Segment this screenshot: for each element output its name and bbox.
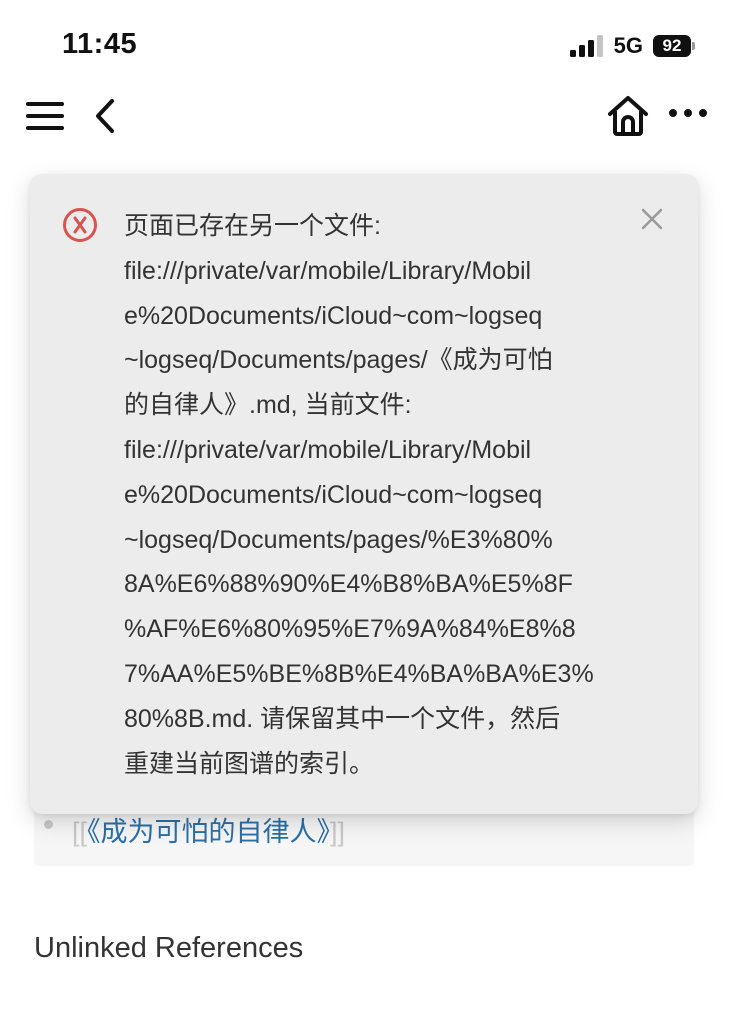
toast-message-line: ~logseq/Documents/pages/《成为可怕 <box>124 346 553 375</box>
signal-icon <box>569 35 603 57</box>
top-nav-bar <box>0 90 729 146</box>
toast-message-line: 的自律人》.md, 当前文件: <box>124 391 412 420</box>
page-reference-link[interactable]: [[《成为可怕的自律人》]] <box>72 810 345 849</box>
toast-message-line: 8A%E6%88%90%E4%B8%BA%E5%8F <box>124 570 573 599</box>
toast-message-line: ~logseq/Documents/pages/%E3%80% <box>124 525 553 554</box>
battery-level: 92 <box>653 35 691 57</box>
home-icon[interactable] <box>606 94 650 138</box>
toast-message-line: e%20Documents/iCloud~com~logseq <box>124 301 543 330</box>
network-label: 5G <box>613 33 643 58</box>
toast-message-line: file:///private/var/mobile/Library/Mobil <box>124 256 532 285</box>
menu-icon[interactable] <box>26 100 64 132</box>
ref-bracket-close: ]] <box>330 817 346 847</box>
toast-message-line: %AF%E6%80%95%E7%9A%84%E8%8 <box>124 615 576 644</box>
status-time: 11:45 <box>62 28 138 60</box>
error-toast: 页面已存在另一个文件: file:///private/var/mobile/L… <box>30 174 698 814</box>
toast-message-line: 页面已存在另一个文件: <box>124 212 381 240</box>
ref-bracket-open: [[ <box>72 817 88 847</box>
ref-link-text: 《成为可怕的自律人》 <box>87 817 331 847</box>
close-icon[interactable] <box>640 207 664 231</box>
battery-tip <box>692 42 695 50</box>
battery-icon: 92 <box>653 35 695 57</box>
app-screen: 11:45 5G 92 [[《成为可怕的自律人》]] Unlinked Refe… <box>0 0 729 1024</box>
toast-message-line: e%20Documents/iCloud~com~logseq <box>124 480 543 509</box>
toast-message-line: 80%8B.md. 请保留其中一个文件，然后 <box>124 704 561 733</box>
status-bar: 11:45 5G 92 <box>0 0 729 90</box>
back-icon[interactable] <box>94 98 116 134</box>
more-icon[interactable] <box>668 108 708 118</box>
toast-message-line: file:///private/var/mobile/Library/Mobil <box>124 435 532 464</box>
toast-message-line: 7%AA%E5%BE%8B%E4%BA%BA%E3% <box>124 659 594 688</box>
status-indicators: 5G 92 <box>569 33 695 59</box>
error-icon <box>63 208 97 242</box>
block-bullet[interactable] <box>44 820 53 829</box>
toast-message-line: 重建当前图谱的索引。 <box>124 749 375 778</box>
unlinked-references-title[interactable]: Unlinked References <box>34 932 303 965</box>
toast-message: 页面已存在另一个文件: file:///private/var/mobile/L… <box>124 204 614 786</box>
